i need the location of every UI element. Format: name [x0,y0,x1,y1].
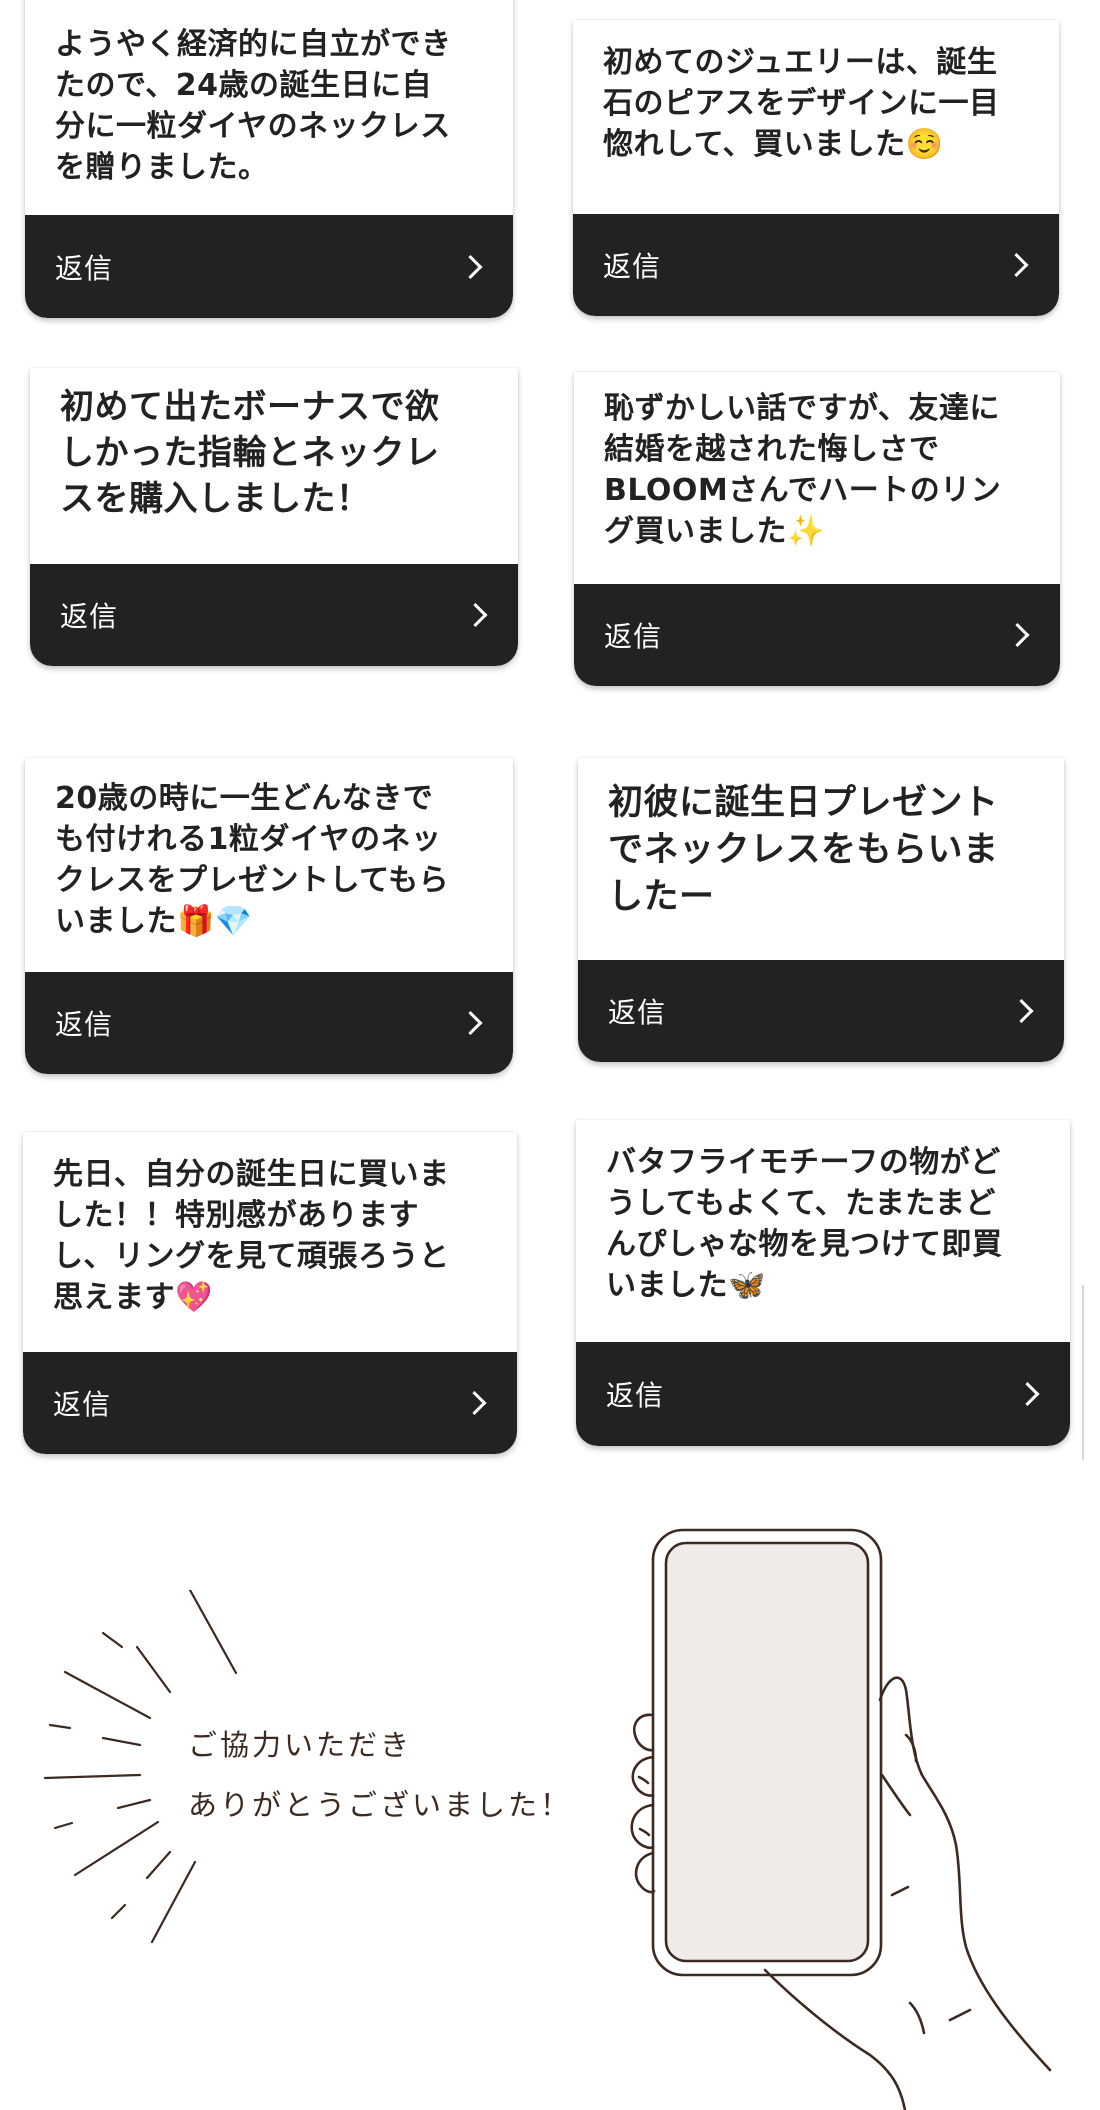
comment-card: バタフライモチーフの物がど うしてもよくて、たまたまど んぴしゃな物を見つけて即… [576,1120,1070,1446]
comment-card: 20歳の時に一生どんなきで も付けれる1粒ダイヤのネッ クレスをプレゼントしても… [25,758,513,1074]
reply-button[interactable]: 返信 [30,564,518,666]
comment-text: 初めて出たボーナスで欲 しかった指輪とネックレ スを購入しました！ [60,387,440,519]
thanks-line-1: ご協力いただき [188,1728,413,1762]
reply-button[interactable]: 返信 [576,1342,1070,1446]
comment-text: バタフライモチーフの物がど うしてもよくて、たまたまど んぴしゃな物を見つけて即… [606,1145,1003,1303]
reply-label: 返信 [606,1379,665,1412]
comment-card: ようやく経済的に自立ができ たので、24歳の誕生日に自 分に一粒ダイヤのネックレ… [25,0,513,318]
reply-label: 返信 [608,996,667,1029]
comment-text: 20歳の時に一生どんなきで も付けれる1粒ダイヤのネッ クレスをプレゼントしても… [55,781,450,939]
comment-text: ようやく経済的に自立ができ たので、24歳の誕生日に自 分に一粒ダイヤのネックレ… [55,27,452,185]
chevron-right-icon [458,254,483,279]
comment-text: 初めてのジュエリーは、誕生 石のピアスをデザインに一目 惚れして、買いました☺️ [603,45,1000,162]
chevron-right-icon [463,602,488,628]
comment-card: 初彼に誕生日プレゼント でネックレスをもらいま したー 返信 [578,758,1064,1062]
reply-button[interactable]: 返信 [25,972,513,1074]
comment-card: 初めてのジュエリーは、誕生 石のピアスをデザインに一目 惚れして、買いました☺️… [573,20,1059,316]
reply-label: 返信 [55,251,114,285]
edge-divider [1082,1285,1084,1460]
reply-button[interactable]: 返信 [574,584,1060,686]
hand-holding-phone-icon [630,1528,1052,2110]
chevron-right-icon [462,1390,487,1416]
comment-text: 初彼に誕生日プレゼント でネックレスをもらいま したー [608,783,999,917]
chevron-right-icon [458,1010,483,1036]
reply-label: 返信 [603,250,662,283]
reply-button[interactable]: 返信 [578,960,1064,1062]
reply-button[interactable]: 返信 [573,214,1059,316]
reply-button[interactable]: 返信 [25,215,513,318]
chevron-right-icon [1009,998,1034,1024]
comment-text: 先日、自分の誕生日に買いま した！！特別感があります し、リングを見て頑張ろうと… [53,1157,450,1315]
reply-button[interactable]: 返信 [23,1352,517,1454]
comment-card: 恥ずかしい話ですが、友達に 結婚を越された悔しさで BLOOMさんでハートのリン… [574,372,1060,686]
chevron-right-icon [1005,622,1030,648]
reply-label: 返信 [55,1008,114,1041]
comment-card: 初めて出たボーナスで欲 しかった指輪とネックレ スを購入しました！ 返信 [30,368,518,666]
reply-label: 返信 [60,600,119,633]
reply-label: 返信 [604,620,663,653]
thanks-line-2: ありがとうございました！ [188,1788,573,1822]
comment-card: 先日、自分の誕生日に買いま した！！特別感があります し、リングを見て頑張ろうと… [23,1132,517,1454]
chevron-right-icon [1004,252,1029,278]
chevron-right-icon [1015,1381,1040,1407]
reply-label: 返信 [53,1388,112,1421]
comment-text: 恥ずかしい話ですが、友達に 結婚を越された悔しさで BLOOMさんでハートのリン… [604,391,1002,549]
